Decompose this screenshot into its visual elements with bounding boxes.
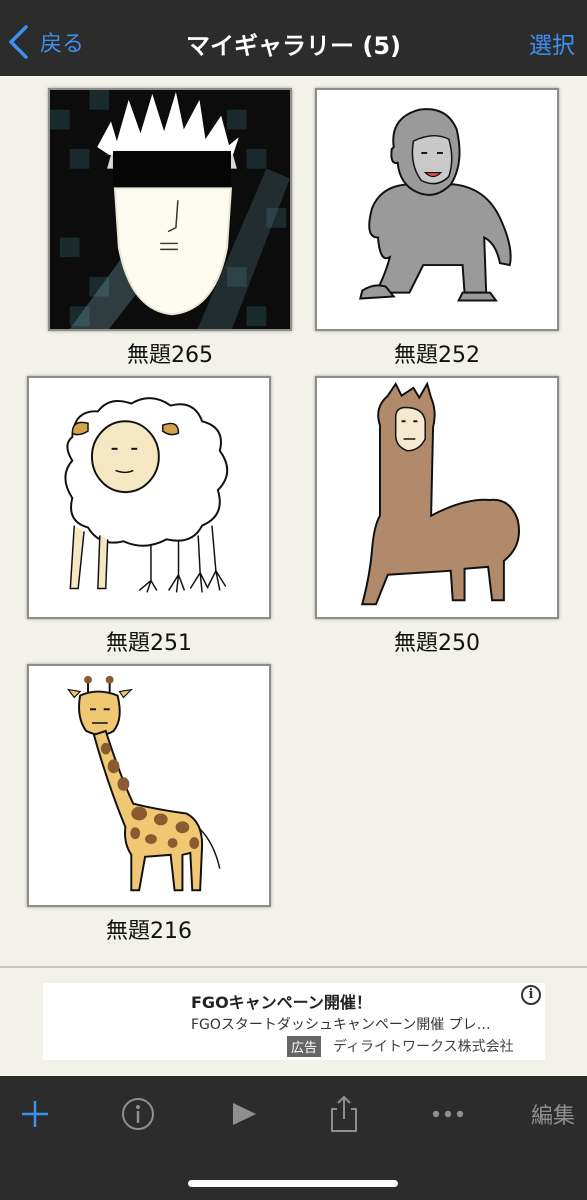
ad-banner[interactable]: FGOキャンペーン開催！ FGOスタートダッシュキャンペーン開催 プレ… 広告 …	[43, 983, 545, 1060]
share-icon	[331, 1095, 357, 1132]
drawing-spiky-haired-man-image	[50, 90, 290, 329]
gallery-item[interactable]: 無題265	[48, 88, 292, 369]
item-title: 無題251	[106, 631, 192, 656]
more-button[interactable]	[430, 1092, 466, 1136]
drawing-giraffe-image	[29, 666, 269, 905]
divider	[0, 966, 587, 968]
item-title: 無題252	[394, 343, 480, 368]
thumbnail-spiky-haired-man[interactable]	[48, 88, 292, 331]
ad-info-icon[interactable]: i	[521, 985, 541, 1005]
ad-body[interactable]: FGOスタートダッシュキャンペーン開催 プレ…	[191, 1014, 531, 1034]
page-title: マイギャラリー (5)	[186, 32, 401, 60]
thumbnail-sheep[interactable]	[27, 376, 271, 619]
drawing-gorilla-image	[317, 90, 557, 329]
thumbnail-alpaca[interactable]	[315, 376, 559, 619]
play-icon	[233, 1103, 256, 1125]
plus-icon	[22, 1101, 48, 1127]
info-icon	[122, 1098, 154, 1130]
ad-badge: 広告	[287, 1036, 322, 1057]
home-indicator[interactable]	[188, 1180, 398, 1187]
ad-advertiser[interactable]: ディライトワークス株式会社	[333, 1036, 514, 1056]
item-title: 無題216	[106, 919, 192, 944]
gallery-item[interactable]: 無題250	[315, 376, 559, 657]
thumbnail-gorilla[interactable]	[315, 88, 559, 331]
gallery-item[interactable]: 無題216	[27, 664, 271, 945]
add-button[interactable]	[18, 1092, 52, 1136]
edit-button[interactable]: 編集	[528, 1092, 578, 1136]
gallery-item[interactable]: 無題252	[315, 88, 559, 369]
drawing-sheep-image	[29, 378, 269, 617]
navigation-bar: 戻る マイギャラリー (5) 選択	[0, 0, 587, 76]
gallery-item[interactable]: 無題251	[27, 376, 271, 657]
item-title: 無題250	[394, 631, 480, 656]
thumbnail-giraffe[interactable]	[27, 664, 271, 907]
drawing-alpaca-image	[317, 378, 557, 617]
info-button[interactable]	[120, 1092, 156, 1136]
play-button[interactable]	[228, 1092, 260, 1136]
item-title: 無題265	[127, 343, 213, 368]
ad-headline[interactable]: FGOキャンペーン開催！	[191, 989, 372, 1013]
more-icon	[432, 1110, 464, 1118]
share-button[interactable]	[328, 1092, 360, 1136]
gallery-grid: 無題265 無題252 無題251 無題250 無題216	[0, 76, 587, 966]
select-button[interactable]: 選択	[529, 26, 575, 60]
